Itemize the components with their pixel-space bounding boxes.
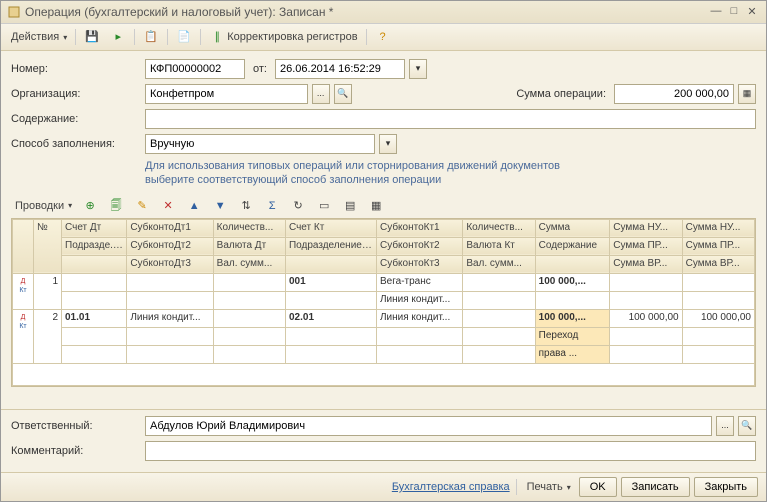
col-sum-vr1[interactable]: Сумма ВР... — [610, 255, 682, 273]
ok-button[interactable]: OK — [579, 477, 617, 497]
col-qty-dt[interactable]: Количеств... — [213, 219, 285, 237]
footer-bar: Бухгалтерская справка Печать OK Записать… — [1, 472, 766, 501]
col-sub-kt1[interactable]: СубконтоКт1 — [376, 219, 462, 237]
app-icon — [7, 5, 21, 19]
number-input[interactable] — [145, 59, 245, 79]
col-valsum-kt[interactable]: Вал. сумм... — [463, 255, 535, 273]
calc-button[interactable]: ▦ — [738, 84, 756, 104]
accounting-ref-link[interactable]: Бухгалтерская справка — [392, 481, 510, 493]
resp-input[interactable] — [145, 416, 712, 436]
report-icon[interactable]: 📄 — [172, 27, 196, 47]
col-sum-pr2[interactable]: Сумма ПР... — [682, 237, 754, 255]
sort-icon[interactable]: ⇅ — [234, 196, 258, 216]
col-sum[interactable]: Сумма — [535, 219, 610, 237]
entries-grid[interactable]: № Счет Дт СубконтоДт1 Количеств... Счет … — [11, 218, 756, 387]
table-row[interactable]: права ... — [13, 345, 755, 363]
resp-select-button[interactable]: ... — [716, 416, 734, 436]
resp-search-button[interactable]: 🔍 — [738, 416, 756, 436]
comment-label: Комментарий: — [11, 445, 141, 457]
table-row[interactable]: Переход — [13, 327, 755, 345]
col-dept-dt[interactable]: Подразде... Дт — [62, 237, 127, 255]
comment-input[interactable] — [145, 441, 756, 461]
actions-menu[interactable]: Действия — [7, 29, 71, 45]
col-cur-kt[interactable]: Валюта Кт — [463, 237, 535, 255]
window-titlebar: Операция (бухгалтерский и налоговый учет… — [1, 1, 766, 24]
col-sub-kt3[interactable]: СубконтоКт3 — [376, 255, 462, 273]
col-num[interactable]: № — [34, 219, 62, 273]
add-row-icon[interactable]: ⊕ — [78, 196, 102, 216]
org-search-button[interactable]: 🔍 — [334, 84, 352, 104]
col-dept-kt[interactable]: Подразделение Кт — [285, 237, 376, 255]
row-mark-icon: ДКт — [13, 273, 34, 309]
row-mark-icon: ДКт — [13, 309, 34, 363]
org-input[interactable] — [145, 84, 308, 104]
move-up-icon[interactable]: ▲ — [182, 196, 206, 216]
extra2-icon[interactable]: ▤ — [338, 196, 362, 216]
delete-row-icon[interactable]: ✕ — [156, 196, 180, 216]
print-menu[interactable]: Печать — [523, 479, 575, 495]
help-icon[interactable]: ? — [371, 27, 395, 47]
col-sub-dt1[interactable]: СубконтоДт1 — [127, 219, 213, 237]
col-sub-dt3[interactable]: СубконтоДт3 — [127, 255, 213, 273]
col-mark — [13, 219, 34, 273]
table-row[interactable]: ДКт 1 001 Вега-транс 100 000,... — [13, 273, 755, 291]
extra1-icon[interactable]: ▭ — [312, 196, 336, 216]
table-row[interactable]: Линия кондит... — [13, 291, 755, 309]
entries-menu[interactable]: Проводки — [11, 198, 76, 214]
col-sum-vr2[interactable]: Сумма ВР... — [682, 255, 754, 273]
fill-method-select[interactable] — [145, 134, 375, 154]
main-toolbar: Действия 💾 ▸ 📋 📄 ∥Корректировка регистро… — [1, 24, 766, 51]
org-select-button[interactable]: ... — [312, 84, 330, 104]
save-button[interactable]: Записать — [621, 477, 690, 497]
maximize-button[interactable]: □ — [726, 5, 742, 19]
move-down-icon[interactable]: ▼ — [208, 196, 232, 216]
copy-row-icon[interactable]: 🗐 — [104, 196, 128, 216]
col-sub-kt2[interactable]: СубконтоКт2 — [376, 237, 462, 255]
sum-label: Сумма операции: — [516, 88, 606, 100]
fill-hint: Для использования типовых операций или с… — [145, 159, 756, 188]
content-label: Содержание: — [11, 113, 141, 125]
sum-input[interactable] — [614, 84, 734, 104]
org-label: Организация: — [11, 88, 141, 100]
fill-method-label: Способ заполнения: — [11, 138, 141, 150]
edit-row-icon[interactable]: ✎ — [130, 196, 154, 216]
col-sum-nu2[interactable]: Сумма НУ... — [682, 219, 754, 237]
window-title: Операция (бухгалтерский и налоговый учет… — [25, 5, 706, 19]
col-cur-dt[interactable]: Валюта Дт — [213, 237, 285, 255]
col-content[interactable]: Содержание — [535, 237, 610, 255]
register-correction-button[interactable]: ∥Корректировка регистров — [205, 27, 361, 47]
copy-icon[interactable]: 📋 — [139, 27, 163, 47]
extra3-icon[interactable]: ▦ — [364, 196, 388, 216]
sum-icon[interactable]: Σ — [260, 196, 284, 216]
save-icon[interactable]: 💾 — [80, 27, 104, 47]
from-label: от: — [253, 63, 267, 75]
grid-toolbar: Проводки ⊕ 🗐 ✎ ✕ ▲ ▼ ⇅ Σ ↻ ▭ ▤ ▦ — [11, 196, 756, 216]
col-sum-pr1[interactable]: Сумма ПР... — [610, 237, 682, 255]
refresh-icon[interactable]: ↻ — [286, 196, 310, 216]
col-sum-nu1[interactable]: Сумма НУ... — [610, 219, 682, 237]
post-icon[interactable]: ▸ — [106, 27, 130, 47]
date-input[interactable] — [275, 59, 405, 79]
table-row[interactable]: ДКт 2 01.01 Линия кондит... 02.01 Линия … — [13, 309, 755, 327]
minimize-button[interactable]: — — [708, 5, 724, 19]
col-sub-dt2[interactable]: СубконтоДт2 — [127, 237, 213, 255]
resp-label: Ответственный: — [11, 420, 141, 432]
col-acct-kt[interactable]: Счет Кт — [285, 219, 376, 237]
number-label: Номер: — [11, 63, 141, 75]
content-input[interactable] — [145, 109, 756, 129]
col-qty-kt[interactable]: Количеств... — [463, 219, 535, 237]
date-picker-button[interactable]: ▾ — [409, 59, 427, 79]
close-form-button[interactable]: Закрыть — [694, 477, 758, 497]
fill-method-dropdown[interactable]: ▾ — [379, 134, 397, 154]
col-valsum-dt[interactable]: Вал. сумм... — [213, 255, 285, 273]
col-acct-dt[interactable]: Счет Дт — [62, 219, 127, 237]
close-button[interactable]: ✕ — [744, 5, 760, 19]
